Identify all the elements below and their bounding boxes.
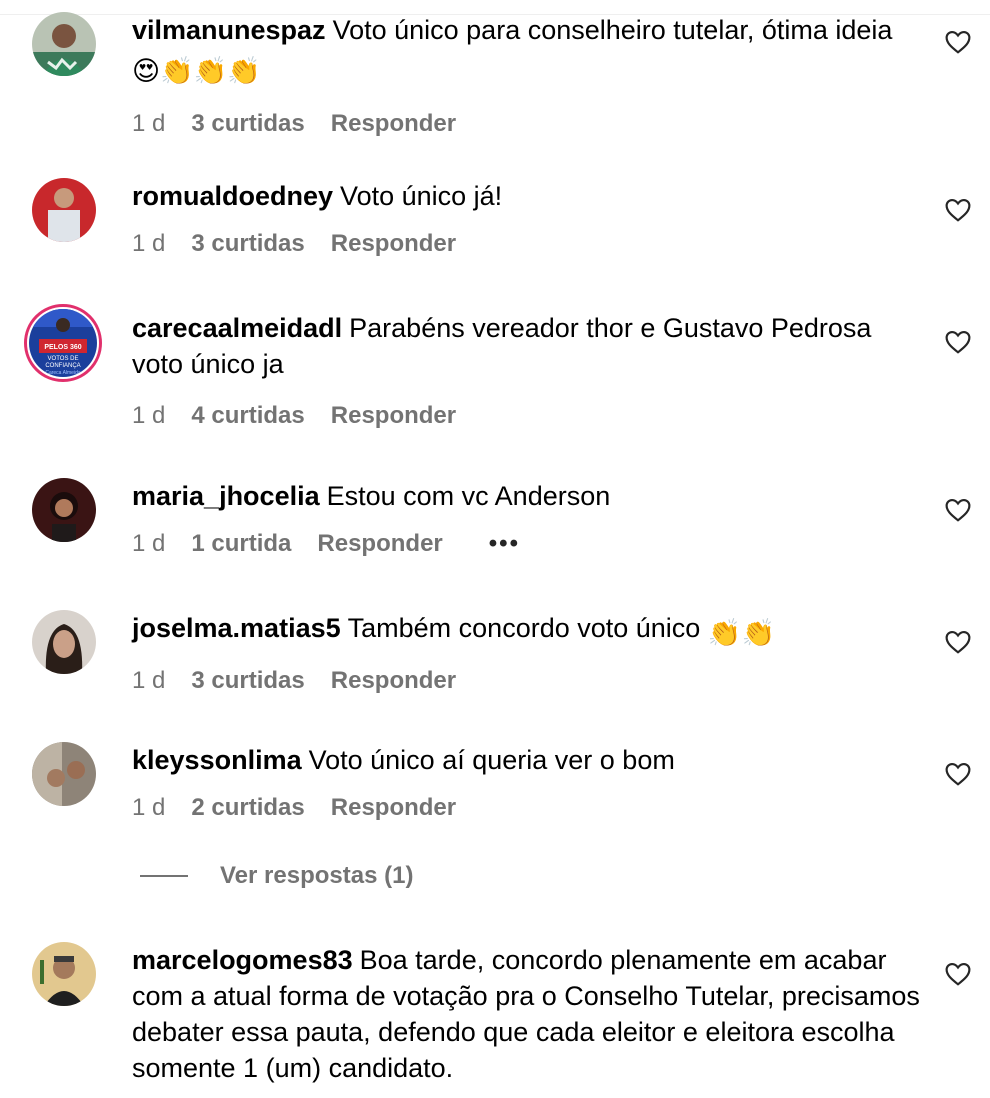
- view-replies-label: Ver respostas (1): [220, 862, 414, 889]
- comment-username[interactable]: marcelogomes83: [132, 945, 353, 975]
- comment-meta: 1 d 3 curtidas Responder: [132, 229, 922, 259]
- comment-body: Também concordo voto único: [347, 613, 701, 643]
- comment-text: maria_jhocelia Estou com vc Anderson: [132, 478, 922, 514]
- comment-time[interactable]: 1 d: [132, 793, 165, 823]
- comment-likes[interactable]: 3 curtidas: [191, 666, 304, 696]
- heart-outline-icon[interactable]: [945, 30, 971, 54]
- comment-meta: 1 d 4 curtidas Responder: [132, 401, 922, 431]
- comment-username[interactable]: romualdoedney: [132, 181, 333, 211]
- comment-username[interactable]: kleyssonlima: [132, 745, 302, 775]
- comment-meta: 1 d 3 curtidas Responder: [132, 109, 922, 139]
- avatar-text: Careca Almeida: [45, 370, 81, 376]
- reply-button[interactable]: Responder: [331, 401, 456, 431]
- reply-button[interactable]: Responder: [317, 529, 442, 559]
- heart-outline-icon[interactable]: [945, 198, 971, 222]
- comment-username[interactable]: joselma.matias5: [132, 613, 341, 643]
- comment-text: kleyssonlima Voto único aí queria ver o b…: [132, 742, 922, 778]
- reply-button[interactable]: Responder: [331, 109, 456, 139]
- more-dots-icon[interactable]: •••: [489, 529, 520, 559]
- heart-outline-icon[interactable]: [945, 762, 971, 786]
- comment-meta: 1 d 3 curtidas Responder: [132, 666, 922, 696]
- comment-text: vilmanunespaz Voto único para conselheiro…: [132, 12, 922, 89]
- comment-time[interactable]: 1 d: [132, 529, 165, 559]
- comment-text: carecaalmeidadl Parabéns vereador thor e …: [132, 310, 922, 382]
- view-replies-button[interactable]: Ver respostas (1): [140, 862, 413, 890]
- reply-button[interactable]: Responder: [331, 666, 456, 696]
- heart-eyes-emoji: 😍: [132, 56, 161, 86]
- avatar[interactable]: [32, 12, 96, 76]
- comment-likes[interactable]: 3 curtidas: [191, 229, 304, 259]
- clapping-hands-emoji: 👏: [741, 618, 776, 648]
- comment-body: Voto único para conselheiro tutelar, óti…: [332, 15, 893, 45]
- reply-button[interactable]: Responder: [331, 793, 456, 823]
- replies-divider: [140, 875, 188, 877]
- heart-outline-icon[interactable]: [945, 498, 971, 522]
- avatar[interactable]: [32, 742, 96, 806]
- comment-text: romualdoedney Voto único já!: [132, 178, 922, 214]
- comment-likes[interactable]: 3 curtidas: [191, 109, 304, 139]
- comment-meta: 1 d 1 curtida Responder •••: [132, 529, 922, 559]
- comment-body: Estou com vc Anderson: [326, 481, 611, 511]
- heart-outline-icon[interactable]: [945, 630, 971, 654]
- comment-time[interactable]: 1 d: [132, 229, 165, 259]
- comment-text: joselma.matias5 Também concordo voto únic…: [132, 610, 922, 651]
- comment-body: Voto único já!: [340, 181, 503, 211]
- comment-username[interactable]: vilmanunespaz: [132, 15, 326, 45]
- comment-username[interactable]: carecaalmeidadl: [132, 313, 342, 343]
- avatar[interactable]: [32, 178, 96, 242]
- comment-username[interactable]: maria_jhocelia: [132, 481, 320, 511]
- comment-likes[interactable]: 1 curtida: [191, 529, 291, 559]
- avatar[interactable]: [32, 610, 96, 674]
- clapping-hands-emoji: 👏: [707, 618, 742, 648]
- clapping-hands-emoji: 👏: [160, 56, 194, 86]
- avatar-text: CONFIANÇA: [45, 363, 80, 369]
- avatar[interactable]: [32, 942, 96, 1006]
- comment-likes[interactable]: 2 curtidas: [191, 793, 304, 823]
- clapping-hands-emoji: 👏: [193, 56, 228, 86]
- clapping-hands-emoji: 👏: [227, 56, 262, 86]
- heart-outline-icon[interactable]: [945, 330, 971, 354]
- reply-button[interactable]: Responder: [331, 229, 456, 259]
- comment-time[interactable]: 1 d: [132, 401, 165, 431]
- comment-time[interactable]: 1 d: [132, 666, 165, 696]
- comment-body: Voto único aí queria ver o bom: [308, 745, 675, 775]
- avatar-text: PELOS 360: [44, 344, 81, 351]
- heart-outline-icon[interactable]: [945, 962, 971, 986]
- comment-meta: 1 d 2 curtidas Responder: [132, 793, 922, 823]
- comment-text: marcelogomes83 Boa tarde, concordo plenam…: [132, 942, 922, 1086]
- comment-likes[interactable]: 4 curtidas: [191, 401, 304, 431]
- comment-time[interactable]: 1 d: [132, 109, 165, 139]
- avatar-text: VOTOS DE: [48, 356, 79, 362]
- avatar[interactable]: [32, 478, 96, 542]
- avatar[interactable]: PELOS 360 VOTOS DE CONFIANÇA Careca Alme…: [24, 304, 102, 382]
